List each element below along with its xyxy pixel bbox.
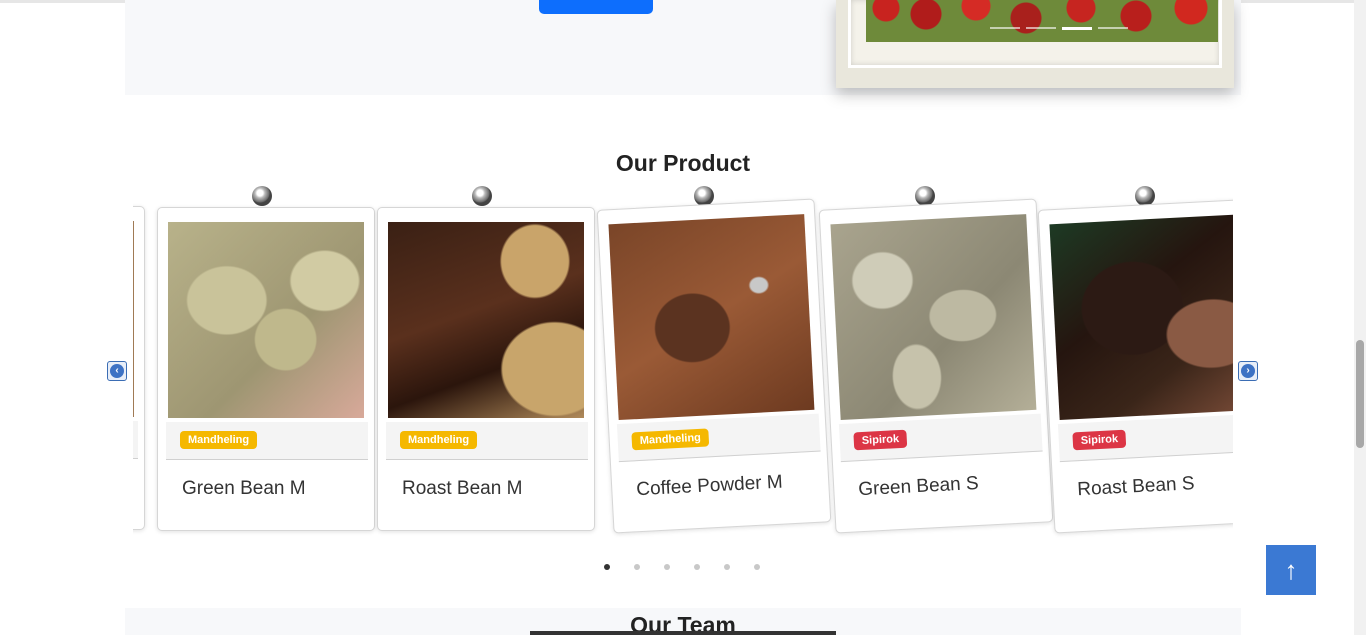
product-name[interactable]: Green Bean M <box>182 478 306 500</box>
chevron-left-icon: ‹ <box>110 364 124 378</box>
product-photo <box>133 221 134 417</box>
product-photo <box>830 214 1037 421</box>
scroll-to-top-button[interactable]: ↑ <box>1266 545 1316 595</box>
carousel-dot-6[interactable] <box>754 564 760 570</box>
product-card[interactable]: Mandheling Green Bean M <box>157 207 375 531</box>
origin-badge: Mandheling <box>180 431 258 449</box>
product-photo <box>168 222 364 418</box>
product-name[interactable]: Coffee Powder M <box>636 472 783 502</box>
products-section-title: Our Product <box>615 150 751 176</box>
product-card[interactable]: Mandheling Roast Bean M <box>377 207 595 531</box>
product-card[interactable]: Mandheling Coffee Powder M <box>596 198 832 534</box>
product-name[interactable]: Roast Bean S <box>1077 473 1195 501</box>
carousel-prev-button[interactable]: ‹ <box>107 361 127 381</box>
pushpin-icon <box>252 186 272 206</box>
origin-badge: Sipirok <box>853 429 908 451</box>
arrow-up-icon: ↑ <box>1284 554 1298 585</box>
product-card-partial[interactable] <box>133 206 145 530</box>
carousel-dot-3[interactable] <box>664 564 670 570</box>
chevron-right-icon: › <box>1241 364 1255 378</box>
team-divider <box>530 631 836 635</box>
scrollbar-thumb[interactable] <box>1356 340 1364 448</box>
origin-badge: Mandheling <box>631 428 710 451</box>
carousel-dot-5[interactable] <box>724 564 730 570</box>
product-tag-bar: Sipirok <box>838 413 1043 463</box>
hero-indicator-2[interactable] <box>1026 27 1056 29</box>
carousel-dot-1[interactable] <box>604 564 610 570</box>
hero-indicator-3[interactable] <box>1062 27 1092 30</box>
carousel-dot-2[interactable] <box>634 564 640 570</box>
carousel-dot-4[interactable] <box>694 564 700 570</box>
product-carousel: Mandheling Green Bean M Mandheling Roast… <box>133 180 1233 550</box>
product-photo <box>1049 214 1233 421</box>
product-card[interactable]: Sipirok Roast Bean S <box>1037 198 1233 534</box>
product-tag-bar: Sipirok <box>1057 413 1233 463</box>
origin-badge: Mandheling <box>400 431 478 449</box>
hero-picture-frame <box>836 0 1234 88</box>
product-tag-bar <box>133 421 138 459</box>
page-scrollbar[interactable] <box>1354 0 1366 635</box>
product-card[interactable]: Sipirok Green Bean S <box>818 198 1054 534</box>
pushpin-icon <box>472 186 492 206</box>
product-photo <box>608 214 815 421</box>
product-name[interactable]: Green Bean S <box>858 473 979 501</box>
hero-indicator-4[interactable] <box>1098 27 1128 29</box>
product-photo <box>388 222 584 418</box>
product-tag-bar: Mandheling <box>166 422 368 460</box>
product-name[interactable]: Roast Bean M <box>402 478 522 500</box>
hero-carousel-indicators <box>990 27 1150 30</box>
product-tag-bar: Mandheling <box>616 413 821 463</box>
carousel-next-button[interactable]: › <box>1238 361 1258 381</box>
product-tag-bar: Mandheling <box>386 422 588 460</box>
hero-indicator-1[interactable] <box>990 27 1020 29</box>
coffee-cherries-photo <box>866 0 1218 42</box>
origin-badge: Sipirok <box>1072 429 1127 451</box>
hero-cta-button[interactable] <box>539 0 653 14</box>
